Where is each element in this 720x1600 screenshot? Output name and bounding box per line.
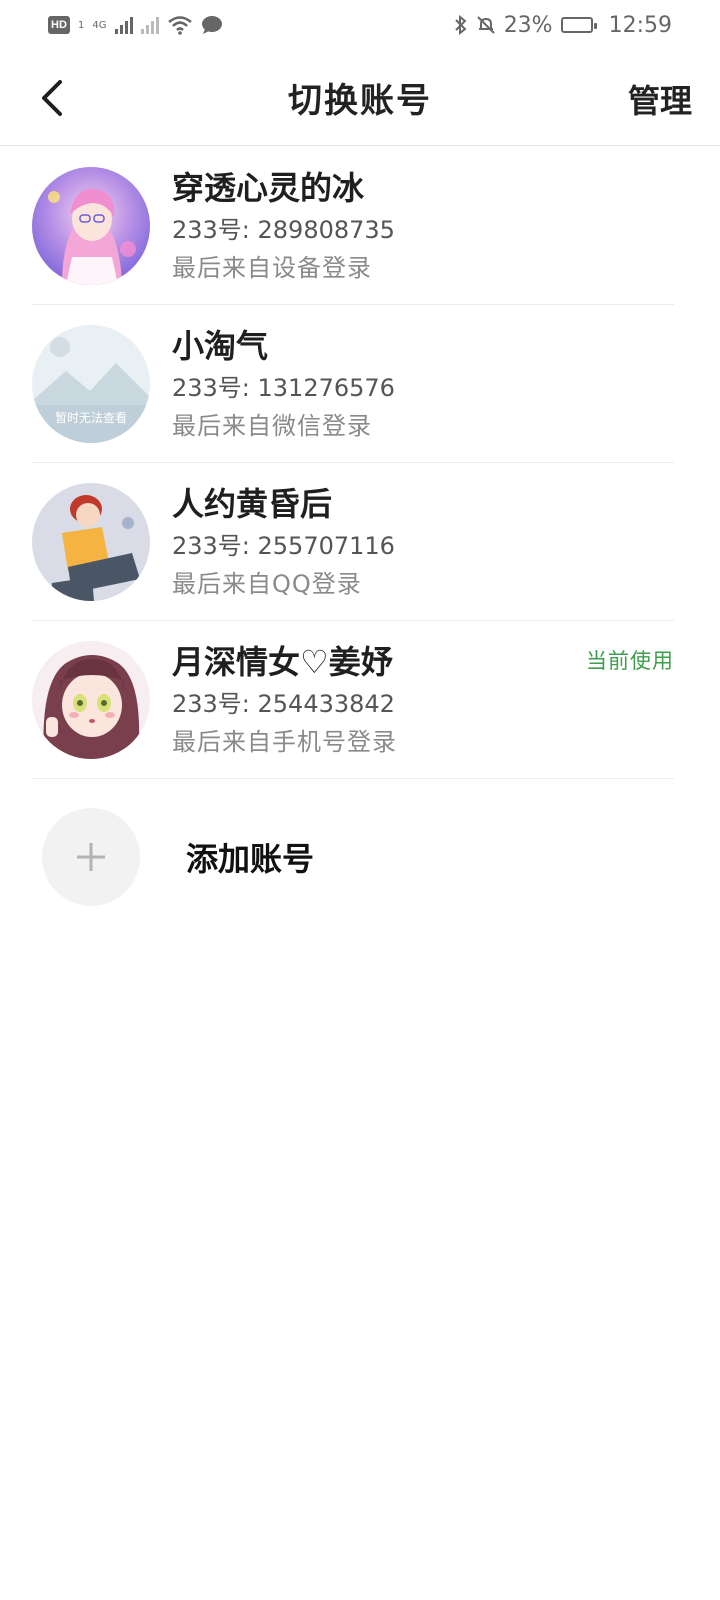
account-name: 穿透心灵的冰 [172,169,365,207]
account-name: 小淘气 [172,327,269,365]
signal-no-service-icon [140,16,159,34]
add-account-label: 添加账号 [186,840,315,878]
avatar [32,483,150,601]
plus-icon [77,843,105,871]
add-circle [42,808,140,906]
account-id: 233号: 255707116 [172,532,395,560]
battery-icon [560,17,597,33]
hd-badge: HD [48,16,70,34]
avatar-placeholder-text: 暂时无法查看 [54,411,127,425]
battery-percent: 23% [503,12,553,38]
account-name: 人约黄昏后 [172,485,333,523]
mute-bell-icon [476,15,496,35]
account-id: 233号: 131276576 [172,374,395,402]
account-row-current[interactable]: 月深情女♡姜妤 233号: 254433842 最后来自手机号登录 当前使用 [0,621,720,779]
account-info: 穿透心灵的冰 233号: 289808735 最后来自设备登录 [172,168,395,284]
status-right: 23% 12:59 [454,13,672,38]
add-account-button[interactable]: 添加账号 [0,792,720,922]
page-title: 切换账号 [288,81,432,121]
account-row[interactable]: 人约黄昏后 233号: 255707116 最后来自QQ登录 [0,463,720,621]
status-bar: HD 1 4G 23% 12:59 [0,0,720,50]
signal-icon [114,16,133,34]
account-info: 月深情女♡姜妤 233号: 254433842 最后来自手机号登录 [172,642,397,758]
account-id: 233号: 254433842 [172,690,395,718]
account-info: 人约黄昏后 233号: 255707116 最后来自QQ登录 [172,484,395,600]
current-account-badge: 当前使用 [586,649,674,673]
status-time: 12:59 [608,12,672,38]
avatar-placeholder: 暂时无法查看 [32,325,150,443]
back-button[interactable] [28,72,76,124]
account-login-source: 最后来自微信登录 [172,412,372,440]
chevron-left-icon [42,80,62,116]
account-id: 233号: 289808735 [172,216,395,244]
hd-badge-sub: 1 [78,19,85,31]
network-label: 4G [92,19,107,31]
bluetooth-icon [454,15,468,35]
account-row[interactable]: 穿透心灵的冰 233号: 289808735 最后来自设备登录 [0,147,720,305]
message-icon [201,15,223,35]
top-bar: 切换账号 管理 [0,50,720,146]
account-login-source: 最后来自QQ登录 [172,570,362,598]
account-info: 小淘气 233号: 131276576 最后来自微信登录 [172,326,395,442]
status-left: HD 1 4G [48,15,223,35]
account-login-source: 最后来自手机号登录 [172,728,397,756]
account-row[interactable]: 暂时无法查看 小淘气 233号: 131276576 最后来自微信登录 [0,305,720,463]
account-name: 月深情女♡姜妤 [172,643,393,681]
avatar [32,641,150,759]
manage-button[interactable]: 管理 [628,76,692,122]
account-login-source: 最后来自设备登录 [172,254,372,282]
avatar [32,167,150,285]
wifi-icon [167,15,193,35]
account-list: 穿透心灵的冰 233号: 289808735 最后来自设备登录 暂时无法查看 小… [0,147,720,779]
